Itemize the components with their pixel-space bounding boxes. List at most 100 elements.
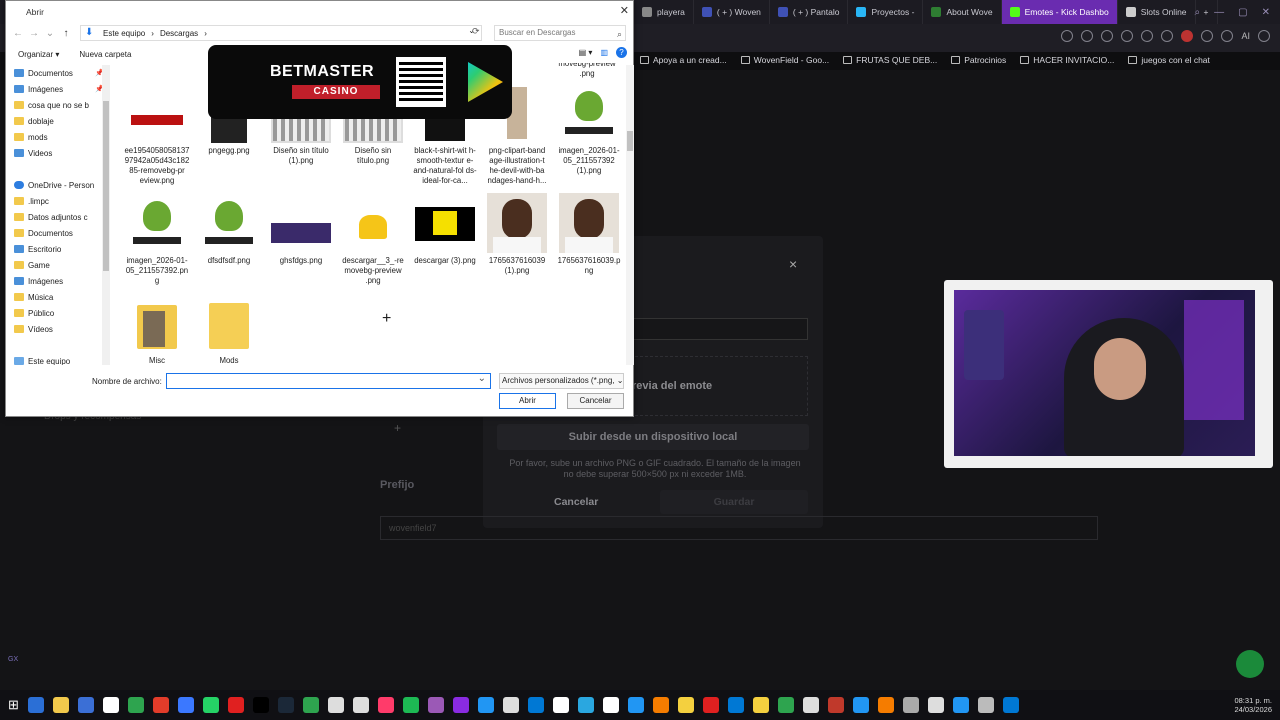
betmaster-ad[interactable]: BETMASTER CASINO <box>208 45 512 119</box>
sidebar-item[interactable]: mods <box>10 129 110 145</box>
shield-icon[interactable] <box>1101 30 1114 42</box>
taskbar-app-icon[interactable] <box>277 697 294 713</box>
taskbar-app-icon[interactable] <box>452 697 469 713</box>
bookmark-item[interactable]: WovenField - Goo... <box>740 55 829 65</box>
open-button[interactable]: Abrir <box>499 393 556 409</box>
browser-tab[interactable]: ( + ) Pantalo <box>770 0 849 24</box>
taskbar-app-icon[interactable] <box>152 697 169 713</box>
sidebar-item[interactable]: Vídeos <box>10 321 110 337</box>
bookmark-item[interactable]: juegos con el chat <box>1128 55 1210 65</box>
modal-close-icon[interactable]: × <box>789 256 797 272</box>
file-item[interactable]: dfsdfsdf.png <box>196 193 262 266</box>
organize-button[interactable]: Organizar ▾ <box>18 50 59 59</box>
taskbar-app-icon[interactable] <box>527 697 544 713</box>
support-chat-icon[interactable] <box>1236 650 1264 678</box>
taskbar-app-icon[interactable] <box>252 697 269 713</box>
taskbar-app-icon[interactable] <box>227 697 244 713</box>
taskbar-app-icon[interactable] <box>902 697 919 713</box>
windows-start-icon[interactable]: ⊞ <box>8 697 19 713</box>
taskbar-app-icon[interactable] <box>577 697 594 713</box>
taskbar-app-icon[interactable] <box>827 697 844 713</box>
bookmark-star-icon[interactable] <box>1081 30 1094 42</box>
menu-icon[interactable] <box>1258 30 1270 42</box>
filename-input[interactable] <box>166 373 491 389</box>
file-scrollbar[interactable] <box>626 65 634 365</box>
chevron-down-icon[interactable]: ⌄ <box>42 28 58 39</box>
sidebar-item[interactable]: Música <box>10 289 110 305</box>
taskbar-app-icon[interactable] <box>927 697 944 713</box>
prefix-input[interactable]: wovenfield7 <box>380 516 1098 540</box>
taskbar-app-icon[interactable] <box>502 697 519 713</box>
sidebar-item[interactable]: Público <box>10 305 110 321</box>
sidebar-item[interactable]: OneDrive - Person <box>10 177 110 193</box>
taskbar-app-icon[interactable] <box>327 697 344 713</box>
browser-tab[interactable]: Slots Online <box>1118 0 1196 24</box>
breadcrumb-item[interactable]: Descargas <box>160 29 198 38</box>
taskbar-app-icon[interactable] <box>777 697 794 713</box>
cancel-button[interactable]: Cancelar <box>567 393 624 409</box>
taskbar-app-icon[interactable] <box>477 697 494 713</box>
new-folder-button[interactable]: Nueva carpeta <box>79 50 131 59</box>
dialog-close-icon[interactable]: ✕ <box>620 4 629 17</box>
forward-arrow-icon[interactable]: → <box>26 28 42 39</box>
taskbar-app-icon[interactable] <box>677 697 694 713</box>
heart-icon[interactable] <box>1161 30 1174 42</box>
bookmark-item[interactable]: Patrocinios <box>951 55 1006 65</box>
close-window-icon[interactable]: ✕ <box>1262 7 1270 18</box>
file-item[interactable]: movebg-preview .png <box>554 63 620 79</box>
taskbar-app-icon[interactable] <box>852 697 869 713</box>
taskbar-app-icon[interactable] <box>402 697 419 713</box>
ai-button[interactable]: AI <box>1241 31 1250 41</box>
taskbar-app-icon[interactable] <box>952 697 969 713</box>
browser-tab[interactable]: Emotes - Kick Dashbo <box>1001 0 1118 24</box>
breadcrumb-item[interactable]: Este equipo <box>103 29 145 38</box>
taskbar-app-icon[interactable] <box>802 697 819 713</box>
taskbar-app-icon[interactable] <box>427 697 444 713</box>
sidebar-item[interactable]: Datos adjuntos c <box>10 209 110 225</box>
system-clock[interactable]: 08:31 p. m. 24/03/2026 <box>1234 690 1272 720</box>
refresh-icon[interactable]: ⟳ <box>472 26 480 37</box>
preview-pane-icon[interactable]: ▥ <box>600 48 608 57</box>
upload-local-button[interactable]: Subir desde un dispositivo local <box>497 424 809 450</box>
file-item[interactable]: descargar (3).png <box>412 193 478 266</box>
taskbar-app-icon[interactable] <box>1002 697 1019 713</box>
minimize-icon[interactable]: — <box>1214 7 1224 18</box>
taskbar-app-icon[interactable] <box>77 697 94 713</box>
folder-item[interactable]: Mods <box>196 293 262 363</box>
taskbar-app-icon[interactable] <box>177 697 194 713</box>
sidebar-item[interactable]: Game <box>10 257 110 273</box>
browser-tab[interactable]: About Wove <box>923 0 1002 24</box>
search-input[interactable]: Buscar en Descargas ⌕ <box>494 25 626 41</box>
sidebar-item[interactable]: Documentos <box>10 225 110 241</box>
taskbar-app-icon[interactable] <box>377 697 394 713</box>
taskbar-app-icon[interactable] <box>352 697 369 713</box>
play-icon[interactable] <box>1121 30 1134 42</box>
extension-icon[interactable] <box>1141 30 1154 42</box>
taskbar-app-icon[interactable] <box>127 697 144 713</box>
breadcrumb[interactable]: ⬇ Este equipo › Descargas › ⌄ <box>80 25 482 41</box>
screenshot-icon[interactable] <box>1061 30 1074 42</box>
taskbar-app-icon[interactable] <box>702 697 719 713</box>
sidebar-item[interactable]: doblaje <box>10 113 110 129</box>
sidebar-item[interactable]: Documentos 📌 <box>10 65 110 81</box>
view-mode-icon[interactable]: ▤ ▾ <box>579 48 593 57</box>
sidebar-item[interactable]: cosa que no se b <box>10 97 110 113</box>
taskbar-app-icon[interactable] <box>102 697 119 713</box>
record-icon[interactable] <box>1181 30 1194 42</box>
emote-name-input[interactable] <box>620 318 808 340</box>
browser-tab[interactable]: playera <box>634 0 694 24</box>
taskbar-app-icon[interactable] <box>727 697 744 713</box>
filetype-select[interactable]: Archivos personalizados (*.png, ⌄ <box>499 373 624 389</box>
sidebar-item[interactable]: Este equipo <box>10 353 110 365</box>
back-arrow-icon[interactable]: ← <box>10 28 26 39</box>
browser-tab[interactable]: ( + ) Woven <box>694 0 770 24</box>
file-item[interactable]: descargar__3_-re movebg-preview .png <box>340 193 406 286</box>
modal-cancel-button[interactable]: Cancelar <box>554 496 598 508</box>
file-item[interactable]: imagen_2026-01- 05_211557392 (1).png <box>556 83 622 176</box>
taskbar-app-icon[interactable] <box>652 697 669 713</box>
download-icon[interactable] <box>1221 30 1234 42</box>
file-item[interactable]: imagen_2026-01- 05_211557392.pn g <box>124 193 190 286</box>
taskbar-app-icon[interactable] <box>302 697 319 713</box>
bookmark-item[interactable]: Apoya a un cread... <box>640 55 727 65</box>
file-item[interactable]: 1765637616039.p ng <box>556 193 622 276</box>
